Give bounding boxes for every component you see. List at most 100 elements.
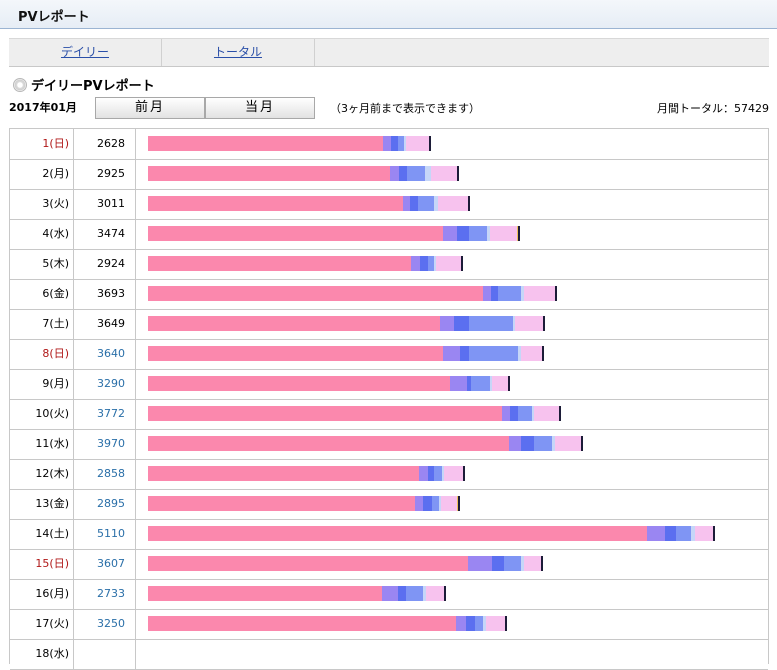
pv-count[interactable]: 3970 bbox=[74, 429, 136, 459]
pv-bar bbox=[148, 286, 557, 301]
pv-count[interactable]: 5110 bbox=[74, 519, 136, 549]
day-cell: 4(水) bbox=[10, 219, 74, 249]
pv-bar-segment bbox=[456, 226, 469, 241]
table-row: 3(火) 3011 bbox=[10, 189, 768, 220]
pv-bar-segment bbox=[410, 196, 419, 211]
pv-bar-segment bbox=[520, 346, 542, 361]
pv-bar-segment bbox=[501, 406, 510, 421]
pv-bar-segment bbox=[148, 346, 443, 361]
pv-count[interactable]: 3640 bbox=[74, 339, 136, 369]
pv-bar bbox=[148, 196, 470, 211]
table-row: 18(水) bbox=[10, 639, 768, 670]
table-row: 16(月) 2733 bbox=[10, 579, 768, 610]
pv-bar-segment bbox=[482, 286, 491, 301]
pv-count[interactable]: 3607 bbox=[74, 549, 136, 579]
pv-bar-segment bbox=[442, 346, 460, 361]
pv-count: 3011 bbox=[74, 189, 136, 219]
pv-bar-segment bbox=[418, 196, 434, 211]
pv-count: 2925 bbox=[74, 159, 136, 189]
table-row: 5(木) 2924 bbox=[10, 249, 768, 280]
pv-bar-segment bbox=[468, 346, 518, 361]
pv-bar-segment bbox=[524, 556, 542, 571]
prev-month-button[interactable]: 前月 bbox=[95, 97, 205, 119]
pv-bar-segment bbox=[433, 466, 443, 481]
table-row: 1(日) 2628 bbox=[10, 129, 768, 160]
current-month-button[interactable]: 当月 bbox=[205, 97, 315, 119]
pv-bar-segment bbox=[148, 376, 450, 391]
pv-bar-segment bbox=[436, 256, 462, 271]
pv-count[interactable]: 2858 bbox=[74, 459, 136, 489]
pv-count[interactable]: 2895 bbox=[74, 489, 136, 519]
pv-bar bbox=[148, 256, 464, 271]
pv-bar bbox=[148, 376, 510, 391]
pv-bar-segment bbox=[542, 316, 545, 331]
pv-bar-segment bbox=[148, 256, 411, 271]
pv-bar-segment bbox=[382, 136, 392, 151]
pv-bar-segment bbox=[559, 406, 562, 421]
table-row: 8(日) 3640 bbox=[10, 339, 768, 370]
pv-bar-segment bbox=[148, 166, 391, 181]
table-row: 17(火) 3250 bbox=[10, 609, 768, 640]
day-cell: 6(金) bbox=[10, 279, 74, 309]
day-cell: 2(月) bbox=[10, 159, 74, 189]
pv-bar bbox=[148, 586, 446, 601]
pv-count: 3649 bbox=[74, 309, 136, 339]
pv-bar-segment bbox=[492, 376, 508, 391]
pv-bar-segment bbox=[458, 496, 461, 511]
pv-bar-segment bbox=[647, 526, 665, 541]
pv-bar-segment bbox=[474, 616, 484, 631]
page-title: PVレポート bbox=[18, 10, 90, 25]
pv-bar bbox=[148, 616, 507, 631]
pv-count[interactable]: 3290 bbox=[74, 369, 136, 399]
table-row: 2(月) 2925 bbox=[10, 159, 768, 190]
pv-bar-segment bbox=[468, 556, 492, 571]
pv-count[interactable]: 3772 bbox=[74, 399, 136, 429]
pv-bar-segment bbox=[467, 196, 470, 211]
pv-bar-segment bbox=[463, 466, 466, 481]
table-row: 14(土) 5110 bbox=[10, 519, 768, 550]
monthly-total: 月間トータル：57429 bbox=[657, 102, 769, 115]
pv-count[interactable]: 2733 bbox=[74, 579, 136, 609]
day-cell: 14(土) bbox=[10, 519, 74, 549]
table-row: 15(日) 3607 bbox=[10, 549, 768, 580]
day-cell: 1(日) bbox=[10, 129, 74, 159]
tab-total[interactable]: トータル bbox=[162, 39, 315, 66]
pv-bar-segment bbox=[431, 166, 458, 181]
pv-count bbox=[74, 639, 136, 669]
pv-bar-segment bbox=[148, 466, 420, 481]
pv-bar-segment bbox=[148, 286, 483, 301]
tab-daily[interactable]: デイリー bbox=[9, 39, 162, 66]
pv-bar-segment bbox=[429, 136, 432, 151]
pv-bar bbox=[148, 406, 562, 421]
pv-count[interactable]: 3250 bbox=[74, 609, 136, 639]
pv-bar-segment bbox=[485, 616, 505, 631]
radio-bullet-icon bbox=[13, 78, 27, 92]
pv-bar-segment bbox=[148, 526, 648, 541]
pv-bar-segment bbox=[695, 526, 714, 541]
pv-bar bbox=[148, 526, 716, 541]
pv-bar-segment bbox=[507, 376, 510, 391]
pv-bar-segment bbox=[437, 196, 468, 211]
pv-count: 3693 bbox=[74, 279, 136, 309]
table-row: 7(土) 3649 bbox=[10, 309, 768, 340]
pv-bar-segment bbox=[449, 376, 468, 391]
table-row: 6(金) 3693 bbox=[10, 279, 768, 310]
day-cell: 11(水) bbox=[10, 429, 74, 459]
pv-bar-segment bbox=[515, 316, 543, 331]
day-cell: 5(木) bbox=[10, 249, 74, 279]
pv-bar bbox=[148, 346, 544, 361]
pv-bar-segment bbox=[148, 226, 443, 241]
pv-bar-segment bbox=[517, 226, 520, 241]
day-cell: 18(水) bbox=[10, 639, 74, 669]
pv-bar-segment bbox=[509, 406, 518, 421]
title-bar: PVレポート bbox=[0, 0, 777, 29]
section-title: デイリーPVレポート bbox=[13, 75, 155, 94]
pv-bar-segment bbox=[405, 586, 424, 601]
pv-bar-segment bbox=[444, 466, 464, 481]
pv-bar-segment bbox=[391, 136, 398, 151]
pv-bar bbox=[148, 556, 544, 571]
day-cell: 9(月) bbox=[10, 369, 74, 399]
day-cell: 3(火) bbox=[10, 189, 74, 219]
pv-bar-segment bbox=[533, 436, 552, 451]
pv-bar-segment bbox=[541, 556, 544, 571]
